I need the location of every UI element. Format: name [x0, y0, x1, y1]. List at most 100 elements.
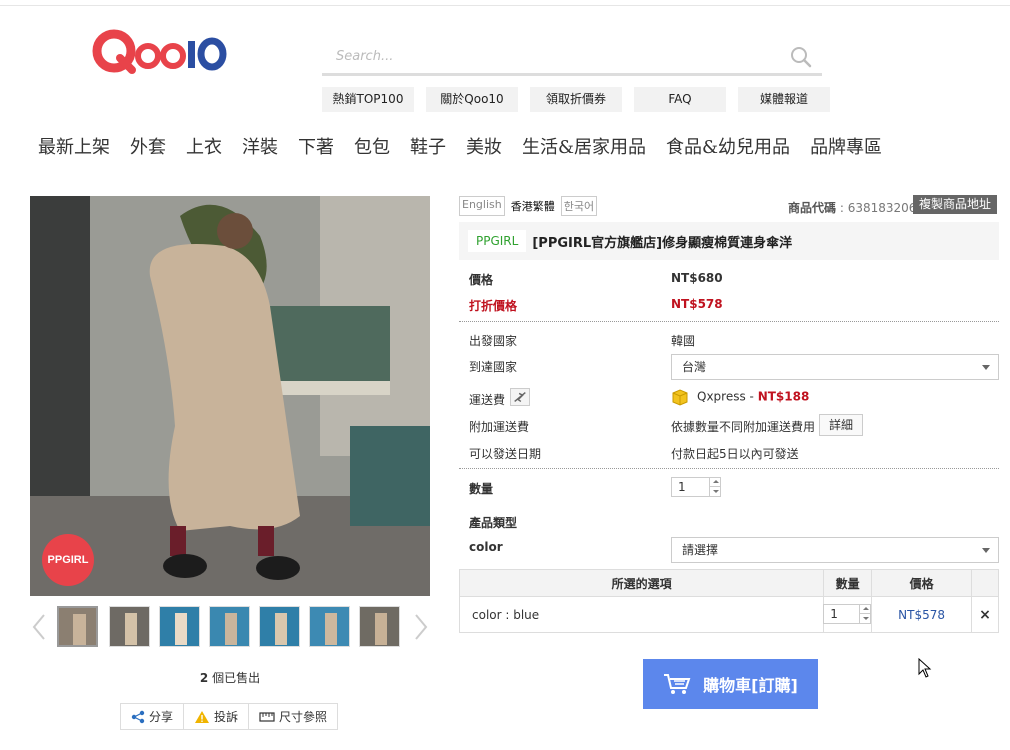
report-label: 投訴 — [214, 710, 239, 724]
sold-suffix: 個已售出 — [208, 671, 261, 685]
airplane-icon[interactable] — [510, 388, 530, 406]
search-icon[interactable] — [790, 46, 812, 68]
option-name: color : blue — [458, 596, 825, 633]
thumbnail[interactable] — [159, 606, 200, 647]
report-button[interactable]: 投訴 — [184, 704, 250, 729]
stepper-down-icon[interactable] — [859, 614, 870, 623]
color-select[interactable]: 請選擇 — [671, 537, 999, 563]
chevron-left-icon[interactable] — [30, 612, 48, 642]
category-dresses[interactable]: 洋裝 — [242, 133, 278, 159]
product-type-label: 產品類型 — [469, 516, 518, 530]
option-price: NT$578 — [871, 596, 973, 633]
thumbnail[interactable] — [309, 606, 350, 647]
option-quantity-stepper[interactable]: 1 — [823, 604, 872, 624]
package-icon — [672, 389, 688, 406]
top-divider — [0, 5, 1010, 6]
thumbnail[interactable] — [209, 606, 250, 647]
category-bags[interactable]: 包包 — [354, 133, 390, 159]
price-label: 價格 — [469, 273, 494, 287]
lang-english[interactable]: English — [459, 196, 505, 216]
quantity-label: 數量 — [469, 482, 494, 496]
language-switch: English 香港繁體 한국어 — [459, 196, 598, 216]
divider — [459, 468, 999, 469]
sold-number: 2 — [199, 671, 209, 685]
lang-korean[interactable]: 한국어 — [560, 196, 598, 216]
add-to-cart-button[interactable]: 購物車[訂購] — [643, 659, 818, 709]
link-top100[interactable]: 熱銷TOP100 — [322, 87, 414, 112]
search-input[interactable] — [322, 40, 762, 72]
add-to-cart-label: 購物車[訂購] — [703, 676, 798, 695]
product-code-label: 商品代碼 — [788, 201, 837, 215]
link-about[interactable]: 關於Qoo10 — [426, 87, 518, 112]
share-button[interactable]: 分享 — [121, 704, 185, 729]
shipping-fee: NT$188 — [757, 389, 810, 404]
origin-label: 出發國家 — [469, 334, 518, 348]
category-outerwear[interactable]: 外套 — [130, 133, 166, 159]
thumbnail[interactable] — [359, 606, 400, 647]
stepper-down-icon[interactable] — [709, 487, 720, 496]
ruler-icon — [259, 711, 275, 722]
category-brands[interactable]: 品牌專區 — [810, 133, 882, 159]
table-row: color : blue 1 NT$578 × — [458, 596, 999, 633]
discount-label: 打折價格 — [469, 299, 518, 313]
ship-date-label: 可以發送日期 — [469, 447, 542, 461]
extra-shipping-label: 附加運送費 — [469, 420, 530, 434]
product-main-image[interactable]: PPGIRL — [30, 196, 430, 596]
category-bottoms[interactable]: 下著 — [298, 133, 334, 159]
col-header-qty: 數量 — [823, 569, 873, 597]
size-guide-button[interactable]: 尺寸參照 — [249, 704, 337, 729]
warning-icon — [195, 710, 210, 723]
discount-price: NT$578 — [671, 297, 723, 311]
remove-option-button[interactable]: × — [971, 596, 999, 633]
detail-button[interactable]: 詳細 — [819, 414, 863, 436]
product-photo — [30, 196, 430, 596]
destination-label: 到達國家 — [469, 360, 518, 374]
sold-count: 2 個已售出 — [30, 669, 430, 686]
col-header-option: 所選的選項 — [458, 569, 825, 597]
destination-value: 台灣 — [682, 360, 707, 374]
thumbnail[interactable] — [259, 606, 300, 647]
category-nav: 最新上架 外套 上衣 洋裝 下著 包包 鞋子 美妝 生活&居家用品 食品&幼兒用… — [38, 133, 882, 159]
table-header-row: 所選的選項 數量 價格 — [458, 569, 999, 597]
selected-options-table: 所選的選項 數量 價格 color : blue 1 NT$578 × — [458, 569, 999, 633]
copy-url-button[interactable]: 複製商品地址 — [913, 195, 998, 214]
destination-select[interactable]: 台灣 — [671, 354, 999, 380]
stepper-up-icon[interactable] — [859, 605, 871, 614]
origin-value: 韓國 — [671, 334, 696, 348]
chevron-right-icon[interactable] — [412, 612, 430, 642]
chevron-down-icon — [982, 365, 990, 370]
thumbnail-strip — [30, 604, 430, 650]
chevron-down-icon — [982, 548, 990, 553]
link-coupons[interactable]: 領取折價券 — [530, 87, 622, 112]
category-food-baby[interactable]: 食品&幼兒用品 — [666, 133, 790, 159]
quantity-stepper[interactable]: 1 — [671, 477, 721, 497]
quick-links: 熱銷TOP100 關於Qoo10 領取折價券 FAQ 媒體報道 — [322, 87, 830, 112]
divider — [459, 321, 999, 322]
category-beauty[interactable]: 美妝 — [466, 133, 502, 159]
link-faq[interactable]: FAQ — [634, 87, 726, 112]
lang-traditional-chinese[interactable]: 香港繁體 — [507, 196, 558, 216]
category-shoes[interactable]: 鞋子 — [410, 133, 446, 159]
brand-tag[interactable]: PPGIRL — [468, 230, 527, 252]
product-title-bar: PPGIRL [PPGIRL官方旗艦店]修身顯瘦棉質連身傘洋 — [459, 222, 999, 260]
thumbnail[interactable] — [109, 606, 150, 647]
product-code-value: 638183206 — [847, 201, 917, 215]
size-guide-label: 尺寸參照 — [279, 710, 328, 724]
share-bar: 分享 投訴 尺寸參照 — [120, 703, 339, 730]
link-media[interactable]: 媒體報道 — [738, 87, 830, 112]
thumbnail[interactable] — [57, 606, 98, 647]
price-value: NT$680 — [671, 271, 723, 285]
search-bar[interactable] — [322, 40, 822, 76]
color-select-value: 請選擇 — [682, 543, 719, 557]
category-new[interactable]: 最新上架 — [38, 133, 110, 159]
shipping-info: Qxpress - NT$188 — [671, 388, 809, 406]
mouse-cursor-icon — [918, 658, 932, 678]
qoo10-logo[interactable] — [92, 26, 232, 76]
product-title: [PPGIRL官方旗艦店]修身顯瘦棉質連身傘洋 — [532, 235, 793, 251]
stepper-up-icon[interactable] — [709, 478, 720, 487]
col-header-price: 價格 — [871, 569, 973, 597]
category-home[interactable]: 生活&居家用品 — [522, 133, 646, 159]
category-tops[interactable]: 上衣 — [186, 133, 222, 159]
product-code: 商品代碼 : 638183206 — [788, 201, 917, 215]
col-header-remove — [971, 569, 999, 597]
